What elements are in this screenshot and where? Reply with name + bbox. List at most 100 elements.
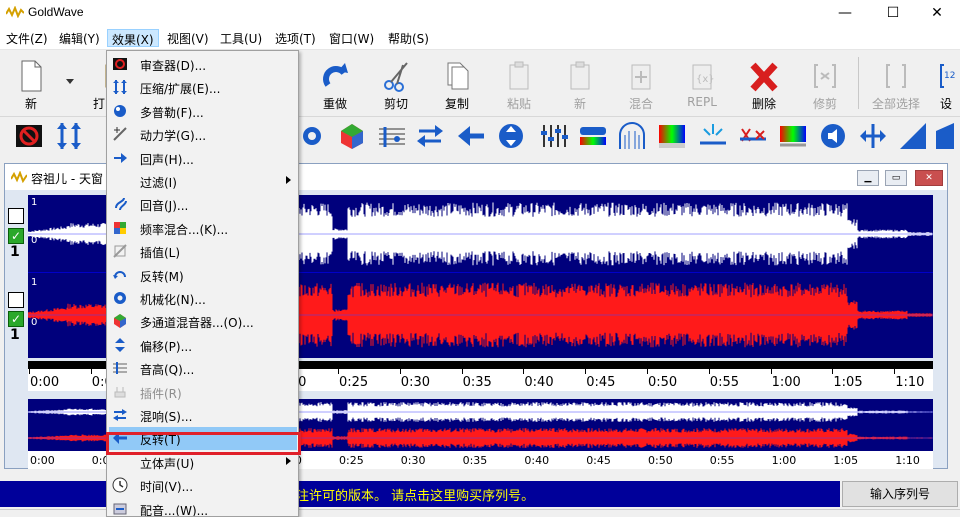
- spectrum-card-icon[interactable]: [657, 121, 687, 151]
- menu-edit[interactable]: 编辑(Y): [55, 29, 104, 47]
- no-entry-icon[interactable]: [14, 121, 44, 151]
- effects-menu-item[interactable]: 频率混合...(K)...: [109, 217, 297, 240]
- doc-minimize-button[interactable]: ▁: [857, 170, 879, 186]
- left-channel-select[interactable]: [8, 208, 24, 224]
- timeline-tick-label: 0:45: [586, 375, 616, 390]
- new2-button[interactable]: 新: [555, 55, 605, 113]
- delete-button[interactable]: 删除: [739, 55, 789, 113]
- replace-button[interactable]: {x} REPL: [677, 55, 727, 113]
- copy-button[interactable]: 复制: [432, 55, 482, 113]
- effects-menu-item-label: 混响(S)...: [140, 410, 193, 424]
- effects-menu-item[interactable]: 回音(J)...: [109, 193, 297, 216]
- copy-icon: [447, 62, 469, 90]
- menu-tools[interactable]: 工具(U): [216, 29, 266, 47]
- chevron-down-icon[interactable]: [66, 79, 74, 85]
- timeline-tick-label: 1:10: [895, 375, 925, 390]
- menu-options[interactable]: 选项(T): [271, 29, 320, 47]
- invert-icon: [113, 270, 126, 279]
- effects-menu-item[interactable]: 过滤(I): [109, 170, 297, 193]
- multichannel-icon[interactable]: [337, 121, 367, 151]
- effects-menu-item[interactable]: 回声(H)...: [109, 147, 297, 170]
- reverb-arrows-icon[interactable]: [415, 121, 445, 151]
- effects-menu-item-label: 插值(L): [140, 246, 181, 261]
- volume-speaker-icon[interactable]: [818, 121, 848, 151]
- doppler-icon: [114, 104, 126, 117]
- effects-menu-item[interactable]: 反转(M): [109, 264, 297, 287]
- effects-menu-item[interactable]: 审查器(D)...: [109, 53, 297, 76]
- timeline-tick-label: 0:35: [462, 375, 492, 390]
- menu-bar: 文件(Z) 编辑(Y) 效果(X) 视图(V) 工具(U) 选项(T) 窗口(W…: [0, 26, 960, 50]
- noise-reduction-icon[interactable]: [738, 121, 768, 151]
- menu-effects[interactable]: 效果(X): [107, 29, 159, 47]
- right-channel-select[interactable]: [8, 292, 24, 308]
- balance-icon[interactable]: [858, 121, 888, 151]
- effects-menu-item[interactable]: 压缩/扩展(E)...: [109, 76, 297, 99]
- equalizer-icon[interactable]: [538, 121, 568, 151]
- close-button[interactable]: ✕: [914, 0, 960, 26]
- overview-tick-label: 0:25: [339, 454, 364, 467]
- timeline-tick-label: 1:00: [771, 375, 801, 390]
- clock-icon: [112, 477, 128, 493]
- menu-help[interactable]: 帮助(S): [384, 29, 433, 47]
- effects-menu-item[interactable]: 音高(Q)...: [109, 357, 297, 380]
- doc-restore-button[interactable]: ▭: [885, 170, 907, 186]
- timeline-tick-mark: [338, 369, 339, 374]
- gear-blue-icon[interactable]: [297, 121, 327, 151]
- color-spectrum-icon[interactable]: [778, 121, 808, 151]
- effects-menu-item[interactable]: 配音...(W)...: [109, 498, 297, 516]
- spectrum-filter-icon[interactable]: [578, 121, 608, 151]
- effects-menu-item-label: 偏移(P)...: [140, 339, 193, 354]
- trim-button[interactable]: 修剪: [800, 55, 850, 113]
- effects-menu-item-label: 立体声(U): [140, 456, 195, 471]
- right-channel-checkbox[interactable]: ✓: [8, 311, 24, 327]
- effects-menu-item[interactable]: 动力学(G)...: [109, 123, 297, 146]
- timeline-tick-mark: [647, 369, 648, 374]
- reverse-arrow-icon[interactable]: [456, 121, 486, 151]
- menu-file[interactable]: 文件(Z): [2, 29, 52, 47]
- fade-in-icon[interactable]: [898, 121, 928, 151]
- arch-filter-icon[interactable]: [617, 121, 647, 151]
- fade-out-icon[interactable]: [934, 121, 960, 151]
- mix-button[interactable]: 混合: [616, 55, 666, 113]
- effects-menu-item[interactable]: 偏移(P)...: [109, 334, 297, 357]
- echo-icon: [114, 152, 127, 163]
- effects-menu-item[interactable]: 插值(L): [109, 240, 297, 263]
- select-all-button[interactable]: 全部选择: [868, 55, 924, 113]
- effects-menu-item-label: 频率混合...(K)...: [140, 222, 229, 237]
- doc-close-button[interactable]: ✕: [915, 170, 943, 186]
- spark-filter-icon[interactable]: [698, 121, 728, 151]
- effects-menu-item[interactable]: 混响(S)...: [109, 404, 297, 427]
- submenu-arrow-icon: [286, 176, 291, 184]
- effects-menu-item[interactable]: 多普勒(F)...: [109, 100, 297, 123]
- redo-button[interactable]: 重做: [310, 55, 360, 113]
- effects-menu-item-label: 审查器(D)...: [140, 59, 207, 73]
- pitch-staff-icon[interactable]: [377, 121, 407, 151]
- effects-menu-item-label: 音高(Q)...: [140, 363, 195, 378]
- compress-arrows-icon[interactable]: [54, 121, 84, 151]
- compress-icon: [113, 80, 127, 95]
- interpolate-icon: [113, 244, 127, 258]
- dub-icon: [113, 503, 127, 515]
- cut-button[interactable]: 剪切: [371, 55, 421, 113]
- menu-window[interactable]: 窗口(W): [325, 29, 378, 47]
- maximize-button[interactable]: ☐: [870, 0, 916, 26]
- effects-menu-item[interactable]: 多通道混音器...(O)...: [109, 310, 297, 333]
- left-channel-checkbox[interactable]: ✓: [8, 228, 24, 244]
- enter-serial-button[interactable]: 输入序列号: [842, 481, 958, 507]
- menu-view[interactable]: 视图(V): [163, 29, 213, 47]
- offset-updown-icon[interactable]: [496, 121, 526, 151]
- toolbar-separator: [858, 57, 859, 109]
- freq-mix-icon: [114, 221, 126, 234]
- effects-menu-item[interactable]: 机械化(N)...: [109, 287, 297, 310]
- timeline-tick-label: 0:30: [400, 375, 430, 390]
- right-channel-number: 1: [10, 327, 20, 343]
- overview-tick-label: 0:55: [709, 454, 735, 467]
- overview-tick-label: 0:00: [30, 454, 55, 467]
- new-button[interactable]: 新: [6, 55, 56, 113]
- settings-button[interactable]: 12 设: [930, 55, 960, 113]
- left-channel-number: 1: [10, 244, 20, 260]
- minimize-button[interactable]: —: [822, 0, 868, 26]
- effects-menu-item[interactable]: 时间(V)...: [109, 474, 297, 497]
- paste-button[interactable]: 粘贴: [494, 55, 544, 113]
- effects-menu-item-label: 压缩/扩展(E)...: [140, 82, 221, 97]
